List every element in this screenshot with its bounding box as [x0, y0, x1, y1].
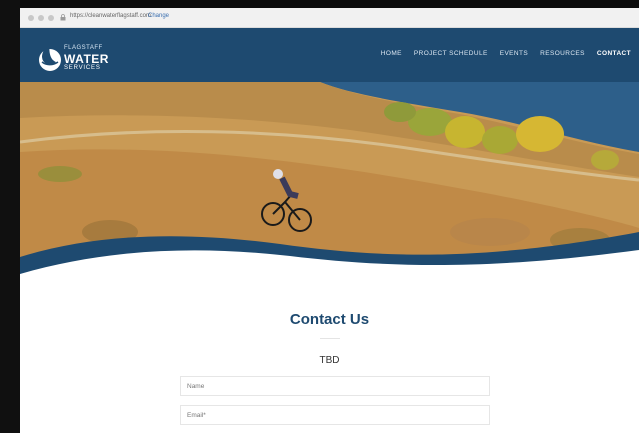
- title-divider: [320, 338, 340, 339]
- close-window-dot[interactable]: [28, 15, 34, 21]
- browser-address-bar: https://cleanwaterflagstaff.com Change: [20, 8, 639, 28]
- site-logo[interactable]: FLAGSTAFF WATER SERVICES: [36, 36, 116, 74]
- email-field[interactable]: [180, 405, 490, 425]
- nav-home[interactable]: HOME: [381, 50, 402, 57]
- name-field[interactable]: [180, 376, 490, 396]
- contact-subtitle: TBD: [319, 355, 340, 366]
- nav-resources[interactable]: RESOURCES: [540, 50, 585, 57]
- device-frame-left: [0, 0, 20, 433]
- site-header: FLAGSTAFF WATER SERVICES HOME PROJECT SC…: [20, 28, 639, 82]
- window-controls: [28, 15, 54, 21]
- main-navigation: HOME PROJECT SCHEDULE EVENTS RESOURCES C…: [381, 50, 631, 57]
- nav-contact[interactable]: CONTACT: [597, 50, 631, 57]
- maximize-window-dot[interactable]: [48, 15, 54, 21]
- contact-section: Contact Us TBD: [20, 274, 639, 433]
- hero-cyclist-image: [20, 82, 639, 274]
- device-frame-top: [0, 0, 639, 8]
- logo-text-line1: FLAGSTAFF: [64, 45, 103, 51]
- lock-icon: [60, 14, 66, 21]
- nav-events[interactable]: EVENTS: [500, 50, 528, 57]
- page-title: Contact Us: [289, 311, 370, 328]
- logo-text-line2: WATER: [64, 52, 109, 66]
- url-text[interactable]: https://cleanwaterflagstaff.com: [70, 13, 151, 19]
- nav-project-schedule[interactable]: PROJECT SCHEDULE: [414, 50, 488, 57]
- minimize-window-dot[interactable]: [38, 15, 44, 21]
- hero-banner: [20, 82, 639, 274]
- logo-text-line3: SERVICES: [64, 65, 101, 71]
- change-link[interactable]: Change: [148, 13, 169, 19]
